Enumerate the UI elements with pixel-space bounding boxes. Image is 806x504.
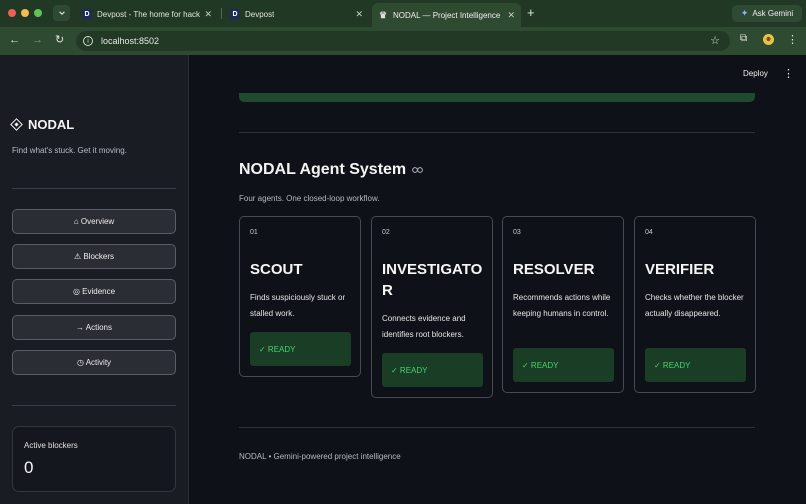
diamond-logo-icon	[10, 118, 23, 131]
agent-name: SCOUT	[250, 261, 303, 278]
sidebar-divider	[12, 405, 176, 406]
nodal-favicon-icon: ♛	[378, 9, 388, 20]
active-blockers-metric: Active blockers 0	[12, 426, 176, 492]
profile-avatar-icon[interactable]: ☻	[763, 34, 774, 45]
address-bar[interactable]: i localhost:8502 ☆	[76, 31, 730, 51]
status-banner	[239, 93, 755, 102]
metric-label: Active blockers	[24, 441, 78, 450]
agent-description: Finds suspiciously stuck or stalled work…	[250, 293, 346, 318]
brand-logo: NODAL	[10, 117, 75, 132]
agent-card-investigator: 02 INVESTIGATOR Connects evidence and id…	[371, 216, 493, 398]
anchor-link-icon[interactable]	[412, 166, 423, 174]
agent-number: 02	[382, 229, 390, 236]
reload-icon[interactable]: ↻	[55, 34, 64, 47]
agent-card-resolver: 03 RESOLVER Recommends actions while kee…	[502, 216, 624, 393]
url-text: localhost:8502	[101, 36, 160, 46]
footer-text: NODAL • Gemini-powered project intellige…	[239, 452, 401, 461]
app-menu-icon[interactable]: ⋮	[783, 67, 794, 80]
back-arrow-icon[interactable]: ←	[9, 34, 20, 47]
window-minimize-button[interactable]	[21, 9, 29, 17]
nav-actions-button[interactable]: → Actions	[12, 315, 176, 340]
metric-value: 0	[24, 458, 34, 477]
agent-number: 04	[645, 229, 653, 236]
close-icon[interactable]: ✕	[204, 9, 212, 20]
agent-description: Checks whether the blocker actually disa…	[645, 293, 744, 318]
section-subtitle: Four agents. One closed-loop workflow.	[239, 194, 380, 203]
nav-blockers-button[interactable]: ⚠ Blockers	[12, 244, 176, 269]
tab-label: Devpost	[245, 9, 275, 19]
tab-label: NODAL — Project Intelligence	[393, 10, 501, 20]
agent-card-scout: 01 SCOUT Finds suspiciously stuck or sta…	[239, 216, 361, 377]
agent-name: VERIFIER	[645, 261, 715, 278]
close-icon[interactable]: ✕	[355, 9, 363, 20]
window-close-button[interactable]	[8, 9, 16, 17]
ask-gemini-label: Ask Gemini	[752, 9, 794, 18]
nav-evidence-button[interactable]: ◎ Evidence	[12, 279, 176, 304]
tab-search-button[interactable]	[53, 5, 70, 21]
status-badge: ✓ READY	[250, 332, 351, 366]
agent-name: INVESTIGATOR	[382, 261, 483, 299]
section-divider	[239, 132, 755, 133]
browser-menu-icon[interactable]: ⋮	[787, 33, 798, 46]
forward-arrow-icon[interactable]: →	[32, 34, 43, 47]
agent-name: RESOLVER	[513, 261, 595, 278]
tagline: Find what's stuck. Get it moving.	[12, 146, 127, 155]
agent-number: 01	[250, 229, 258, 236]
tab-label: Devpost - The home for hack	[97, 9, 201, 19]
main-content: Deploy ⋮ NODAL Agent System Four agents.…	[190, 55, 806, 504]
tab-devpost-home[interactable]: D Devpost - The home for hack ✕	[76, 3, 218, 25]
brand-name: NODAL	[28, 117, 75, 132]
status-badge: ✓ READY	[513, 348, 614, 382]
section-title: NODAL Agent System	[239, 161, 407, 178]
tab-separator	[221, 8, 222, 19]
section-heading: NODAL Agent System	[239, 161, 423, 179]
agent-description: Connects evidence and identifies root bl…	[382, 314, 466, 339]
close-icon[interactable]: ✕	[507, 10, 515, 21]
extension-puzzle-icon[interactable]: ⧉	[740, 33, 747, 44]
nav-overview-button[interactable]: ⌂ Overview	[12, 209, 176, 234]
status-badge: ✓ READY	[645, 348, 746, 382]
app-header: Deploy ⋮	[190, 55, 806, 93]
gemini-sparkle-icon: ✦	[740, 8, 749, 18]
tab-devpost[interactable]: D Devpost ✕	[224, 3, 369, 25]
deploy-button[interactable]: Deploy	[743, 69, 768, 78]
browser-tab-bar: D Devpost - The home for hack ✕ D Devpos…	[0, 0, 806, 27]
agent-number: 03	[513, 229, 521, 236]
bookmark-star-icon[interactable]: ☆	[710, 34, 720, 47]
footer-divider	[239, 427, 755, 428]
sidebar-divider	[12, 188, 176, 189]
browser-toolbar: ← → ↻ i localhost:8502 ☆	[0, 27, 806, 55]
ask-gemini-button[interactable]: ✦ Ask Gemini	[732, 5, 802, 22]
tab-nodal[interactable]: ♛ NODAL — Project Intelligence ✕	[372, 3, 521, 27]
nav-activity-button[interactable]: ◷ Activity	[12, 350, 176, 375]
status-badge: ✓ READY	[382, 353, 483, 387]
agent-description: Recommends actions while keeping humans …	[513, 293, 611, 318]
agent-card-verifier: 04 VERIFIER Checks whether the blocker a…	[634, 216, 756, 393]
devpost-favicon-icon: D	[82, 9, 92, 19]
new-tab-button[interactable]: +	[527, 6, 535, 19]
window-zoom-button[interactable]	[34, 9, 42, 17]
site-info-icon[interactable]: i	[83, 36, 93, 46]
devpost-favicon-icon: D	[230, 9, 240, 19]
chevron-down-icon	[58, 11, 65, 15]
